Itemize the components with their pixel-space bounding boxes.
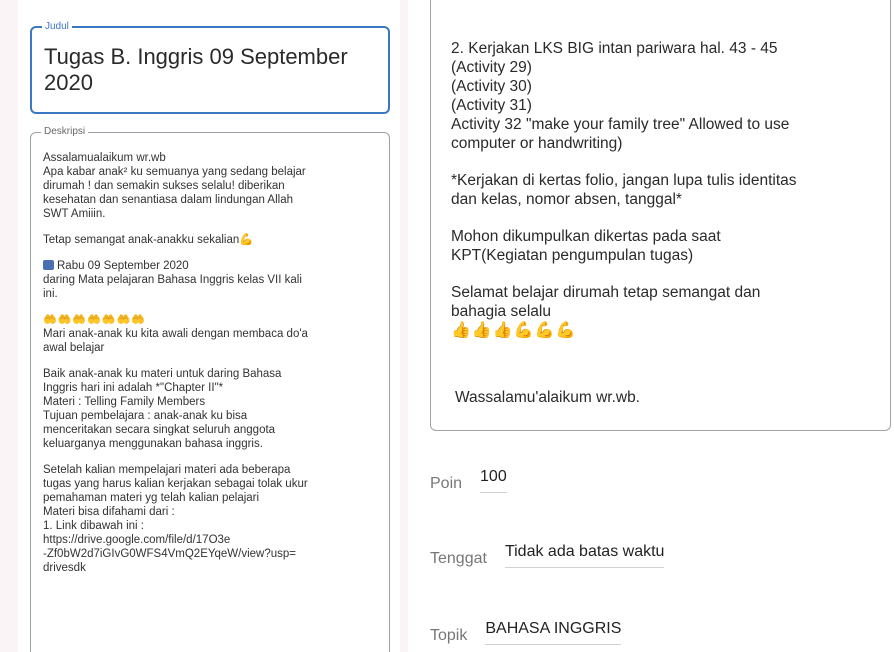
desc-line: Apa kabar anak² ku semuanya yang sedang … [43, 166, 306, 178]
desc-line: Materi bisa difahami dari : [43, 506, 175, 518]
title-field-label: Judul [42, 20, 72, 34]
desc-line: ini. [43, 288, 58, 300]
desc-line: awal belajar [43, 342, 105, 354]
desc-line: Baik anak-anak ku materi untuk daring Ba… [43, 368, 282, 380]
description-continued-text[interactable]: 2. Kerjakan LKS BIG intan pariwara hal. … [451, 39, 876, 340]
calendar-icon [43, 260, 54, 270]
desc-line: Inggris hari ini adalah *"Chapter II"* [43, 382, 224, 394]
content-line: Selamat belajar dirumah tetap semangat d… [451, 284, 761, 301]
content-line: dan kelas, nomor absen, tanggal* [451, 191, 682, 208]
due-date-field[interactable]: Tenggat Tidak ada batas waktu [430, 543, 665, 568]
desc-line: Rabu 09 September 2020 [57, 260, 189, 272]
desc-line: dirumah ! dan semakin sukses selalu! dib… [43, 180, 285, 192]
description-continued-field[interactable]: 2. Kerjakan LKS BIG intan pariwara hal. … [430, 0, 891, 431]
desc-line: SWT Amiiin. [43, 208, 106, 220]
topic-field[interactable]: Topik BAHASA INGGRIS [430, 620, 622, 645]
content-line: bahagia selalu [451, 303, 551, 320]
desc-line: Materi : Telling Family Members [43, 396, 206, 408]
points-field[interactable]: Poin 100 [430, 468, 507, 493]
drive-link[interactable]: -Zf0bW2d7iGIvG0WFS4VmQ2EYqeW/view?usp= [43, 547, 379, 561]
desc-line: kesehatan dan senantiasa dalam lindungan… [43, 194, 293, 206]
content-line: (Activity 31) [451, 97, 532, 114]
points-label: Poin [430, 475, 463, 492]
content-line: (Activity 29) [451, 59, 532, 76]
title-field[interactable]: Judul Tugas B. Inggris 09 September 2020 [30, 20, 390, 114]
desc-line: menceritakan secara singkat seluruh angg… [43, 424, 276, 436]
praying-hands-icon-row: 🤲🤲🤲🤲🤲🤲🤲 [43, 314, 146, 326]
content-line: *Kerjakan di kertas folio, jangan lupa t… [451, 172, 797, 189]
title-input-value[interactable]: Tugas B. Inggris 09 September 2020 [44, 44, 376, 96]
muscle-icon: 💪 [239, 234, 254, 246]
content-line: (Activity 30) [451, 78, 532, 95]
desc-line: keluarganya menggunakan bahasa inggris. [43, 438, 263, 450]
desc-line: daring Mata pelajaran Bahasa Inggris kel… [43, 274, 302, 286]
content-line: Mohon dikumpulkan dikertas pada saat [451, 228, 721, 245]
closing-text: Wassalamu'alaikum wr.wb. [455, 389, 640, 406]
points-value[interactable]: 100 [480, 468, 507, 493]
desc-line: Tetap semangat anak-anakku sekalian [43, 234, 240, 246]
description-text[interactable]: Assalamualaikum wr.wb Apa kabar anak² ku… [43, 151, 379, 587]
thumbs-up-icon-row: 👍👍👍💪💪💪 [451, 322, 577, 339]
desc-line: Tujuan pembelajara : anak-anak ku bisa [43, 410, 248, 422]
left-panel: Judul Tugas B. Inggris 09 September 2020… [18, 0, 400, 652]
desc-line: Mari anak-anak ku kita awali dengan memb… [43, 328, 308, 340]
right-panel: 2. Kerjakan LKS BIG intan pariwara hal. … [408, 0, 894, 652]
desc-line: Setelah kalian mempelajari materi ada be… [43, 464, 291, 476]
due-date-label: Tenggat [430, 550, 487, 567]
due-date-value[interactable]: Tidak ada batas waktu [504, 543, 665, 568]
content-line: 2. Kerjakan LKS BIG intan pariwara hal. … [451, 40, 778, 57]
content-line: computer or handwriting) [451, 135, 623, 152]
desc-line: pemahaman materi yg telah kalian pelajar… [43, 492, 260, 504]
content-line: Activity 32 "make your family tree" Allo… [451, 116, 790, 133]
desc-line: Assalamualaikum wr.wb [43, 152, 166, 164]
desc-line: 1. Link dibawah ini : [43, 520, 145, 532]
description-field-label: Deskripsi [41, 125, 89, 139]
drive-link[interactable]: drivesdk [43, 561, 379, 575]
desc-line: tugas yang harus kalian kerjakan sebagai… [43, 478, 308, 490]
topic-label: Topik [430, 627, 468, 644]
drive-link[interactable]: https://drive.google.com/file/d/17O3e [43, 533, 379, 547]
topic-value[interactable]: BAHASA INGGRIS [485, 620, 622, 645]
content-line: KPT(Kegiatan pengumpulan tugas) [451, 247, 694, 264]
description-field[interactable]: Deskripsi Assalamualaikum wr.wb Apa kaba… [30, 125, 390, 652]
